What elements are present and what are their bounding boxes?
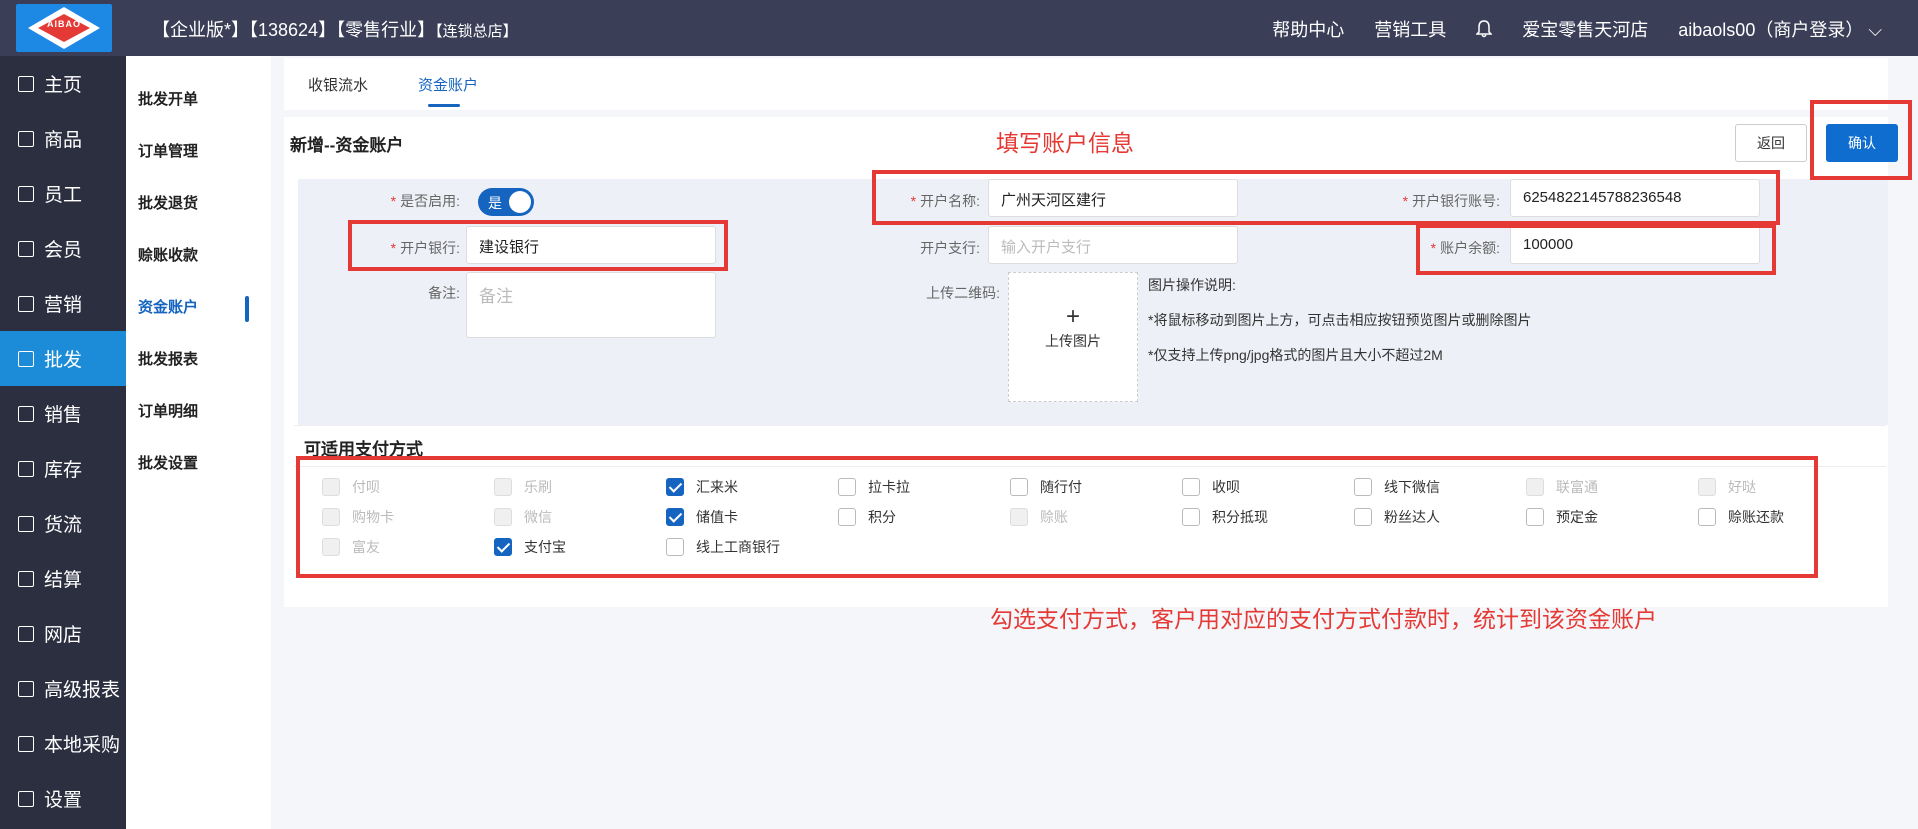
subnav-item-order-management[interactable]: 订单管理 [126,124,271,176]
title-main: 【企业版*】【138624】【零售行业】 [152,20,436,40]
enabled-toggle[interactable]: 是 [478,188,534,216]
sidebar-item-label: 高级报表 [44,680,121,701]
tabs-bar: 收银流水 资金账户 [284,58,1888,110]
store-name[interactable]: 爱宝零售天河店 [1522,16,1648,42]
sidebar-item-label: 会员 [44,240,83,261]
sidebar-item-label: 网店 [44,625,83,646]
upload-desc-line2: *仅支持上传png/jpg格式的图片且大小不超过2M [1148,347,1443,363]
annotation-box-bank [348,220,728,271]
subnav-item-credit-collection[interactable]: 赊账收款 [126,228,271,280]
sidebar-item-sales[interactable]: 销售 [0,386,126,441]
sidebar-item-label: 营销 [44,295,83,316]
branch-label: 开户支行: [920,240,980,256]
remark-label: 备注: [428,285,460,301]
sidebar-item-settings[interactable]: 设置 [0,771,126,826]
pie-icon [18,460,34,477]
sidebar-item-inventory[interactable]: 库存 [0,441,126,496]
subnav-item-fund-account[interactable]: 资金账户 [126,280,271,332]
upload-label: 上传图片 [1045,333,1101,349]
megaphone-icon [18,295,34,312]
annotation-box-confirm [1810,100,1912,180]
tab-fund-account[interactable]: 资金账户 [418,74,479,107]
upload-desc-title: 图片操作说明: [1148,277,1236,293]
sidebar-item-goods[interactable]: 商品 [0,111,126,166]
upload-desc-line1: *将鼠标移动到图片上方，可点击相应按钮预览图片或删除图片 [1148,312,1532,328]
enabled-toggle-text: 是 [488,195,502,211]
top-bar: AIBAO 【企业版*】【138624】【零售行业】【连锁总店】 帮助中心 营销… [0,0,1918,56]
user-name: aibaols00（商户登录） [1678,20,1864,40]
annotation-fill-info: 填写账户信息 [996,130,1134,156]
help-center-link[interactable]: 帮助中心 [1272,16,1344,42]
sidebar-item-settlement[interactable]: 结算 [0,551,126,606]
user-menu[interactable]: aibaols00（商户登录） ⌵ [1678,16,1882,42]
sidebar-item-online-store[interactable]: 网店 [0,606,126,661]
list-icon [18,350,34,367]
enterprise-title: 【企业版*】【138624】【零售行业】【连锁总店】 [152,16,518,42]
aibao-logo[interactable]: AIBAO [16,4,112,52]
main-sidebar: 主页 商品 员工 会员 营销 批发 销售 库存 货流 结算 网店 高级报表 本地… [0,56,126,829]
staff-icon [18,185,34,202]
subnav-item-wholesale-report[interactable]: 批发报表 [126,332,271,384]
sidebar-item-local-purchase[interactable]: 本地采购 [0,716,126,771]
sidebar-item-label: 结算 [44,570,83,591]
chevron-down-icon: ⌵ [1868,20,1882,40]
bell-icon[interactable] [1475,20,1494,38]
subnav-item-wholesale-settings[interactable]: 批发设置 [126,436,271,488]
sidebar-item-staff[interactable]: 员工 [0,166,126,221]
sidebar-item-label: 员工 [44,185,83,206]
sidebar-item-advanced-reports[interactable]: 高级报表 [0,661,126,716]
line-chart-icon [18,735,34,752]
sidebar-item-label: 批发 [44,350,83,371]
enabled-label: * 是否启用: [390,193,460,209]
gift-icon [18,625,34,642]
sidebar-item-member[interactable]: 会员 [0,221,126,276]
sidebar-item-label: 设置 [44,790,83,811]
sidebar-item-label: 主页 [44,75,83,96]
annotation-box-payment [296,456,1818,578]
annotation-select-payment: 勾选支付方式，客户用对应的支付方式付款时，统计到该资金账户 [990,606,1657,632]
page-title: 新增--资金账户 [290,136,404,155]
annotation-box-account-name [872,170,1780,225]
marketing-tools-link[interactable]: 营销工具 [1374,16,1446,42]
annotation-box-balance [1416,224,1776,275]
tab-label: 收银流水 [308,77,369,94]
remark-textarea[interactable]: 备注 [466,272,716,338]
tab-cashier-flow[interactable]: 收银流水 [308,74,368,95]
line-chart-icon [18,680,34,697]
sidebar-item-label: 销售 [44,405,83,426]
home-icon [18,75,34,92]
chart-icon [18,405,34,422]
sidebar-item-label: 商品 [44,130,83,151]
member-icon [18,240,34,257]
subnav-item-order-detail[interactable]: 订单明细 [126,384,271,436]
qrcode-label: 上传二维码: [926,285,1000,301]
title-sub: 【连锁总店】 [435,23,518,40]
subnav-item-wholesale-return[interactable]: 批发退货 [126,176,271,228]
cube-icon [18,570,34,587]
tab-label: 资金账户 [418,77,479,94]
sidebar-item-home[interactable]: 主页 [0,56,126,111]
goods-icon [18,130,34,147]
qrcode-upload[interactable]: + 上传图片 [1008,272,1138,402]
logo-text: AIBAO [47,19,81,29]
enabled-label-text: 是否启用: [400,193,460,209]
branch-input[interactable]: 输入开户支行 [988,226,1238,264]
sidebar-item-label: 货流 [44,515,83,536]
sidebar-item-wholesale[interactable]: 批发 [0,331,126,386]
sidebar-item-logistics[interactable]: 货流 [0,496,126,551]
sidebar-item-label: 库存 [44,460,83,481]
cube-icon [18,515,34,532]
sidebar-item-marketing[interactable]: 营销 [0,276,126,331]
wholesale-subnav: 批发开单 订单管理 批发退货 赊账收款 资金账户 批发报表 订单明细 批发设置 [126,56,271,829]
gear-icon [18,790,34,807]
subnav-item-wholesale-order[interactable]: 批发开单 [126,72,271,124]
sidebar-item-label: 本地采购 [44,735,121,756]
back-button[interactable]: 返回 [1735,124,1807,162]
plus-icon: + [1065,303,1080,330]
